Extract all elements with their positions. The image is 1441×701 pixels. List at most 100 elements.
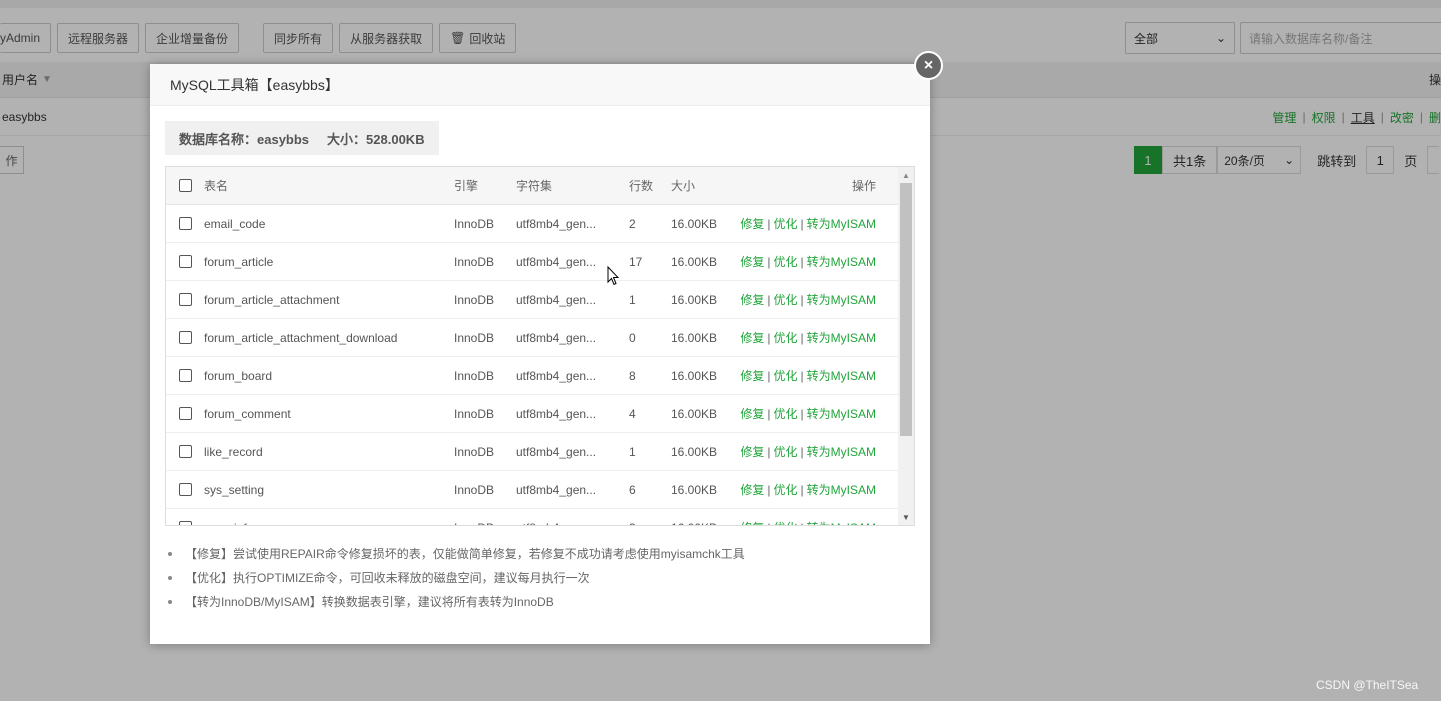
tables-header: 表名 引擎 字符集 行数 大小 操作 (166, 167, 914, 205)
table-row: forum_article_attachment_download InnoDB u… (166, 319, 914, 357)
scrollbar-thumb[interactable] (900, 183, 912, 436)
table-size: 16.00KB (671, 368, 718, 383)
convert-myisam-link[interactable]: 转为MyISAM (807, 483, 876, 497)
watermark: CSDN @TheITSea (1316, 678, 1419, 692)
table-name: forum_article (204, 254, 274, 269)
row-checkbox[interactable] (166, 445, 204, 458)
row-checkbox[interactable] (166, 255, 204, 268)
table-engine: InnoDB (454, 482, 495, 497)
table-name: email_code (204, 216, 266, 231)
table-engine: InnoDB (454, 292, 495, 307)
row-checkbox[interactable] (166, 217, 204, 230)
table-row-count: 6 (629, 482, 636, 497)
optimize-link[interactable]: 优化 (774, 369, 798, 383)
convert-myisam-link[interactable]: 转为MyISAM (807, 445, 876, 459)
row-checkbox[interactable] (166, 331, 204, 344)
table-engine: InnoDB (454, 330, 495, 345)
repair-link[interactable]: 修复 (740, 521, 764, 525)
tip-convert: 【转为InnoDB/MyISAM】转换数据表引擎，建议将所有表转为InnoDB (165, 592, 905, 616)
row-operations: 修复|优化|转为MyISAM (740, 255, 876, 269)
convert-myisam-link[interactable]: 转为MyISAM (807, 521, 876, 525)
table-name: forum_article_attachment_download (204, 330, 398, 345)
repair-link[interactable]: 修复 (740, 293, 764, 307)
table-row-count: 17 (629, 254, 643, 269)
row-checkbox[interactable] (166, 407, 204, 420)
convert-myisam-link[interactable]: 转为MyISAM (807, 217, 876, 231)
db-info-name: 数据库名称：easybbs (179, 131, 310, 147)
convert-myisam-link[interactable]: 转为MyISAM (807, 331, 876, 345)
table-charset: utf8mb4_gen... (516, 444, 597, 459)
convert-myisam-link[interactable]: 转为MyISAM (807, 255, 876, 269)
convert-myisam-link[interactable]: 转为MyISAM (807, 407, 876, 421)
repair-link[interactable]: 修复 (740, 445, 764, 459)
convert-myisam-link[interactable]: 转为MyISAM (807, 293, 876, 307)
mysql-toolbox-dialog: MySQL工具箱【easybbs】 数据库名称：easybbs 大小：528.0… (150, 64, 930, 644)
table-row-count: 1 (629, 444, 636, 459)
optimize-link[interactable]: 优化 (774, 293, 798, 307)
scroll-up-icon[interactable]: ▲ (898, 167, 914, 183)
tip-optimize: 【优化】执行OPTIMIZE命令，可回收未释放的磁盘空间，建议每月执行一次 (165, 568, 905, 592)
table-row-count: 8 (629, 368, 636, 383)
header-size: 大小 (671, 179, 696, 193)
table-row-count: 2 (629, 216, 636, 231)
table-row: forum_comment InnoDB utf8mb4_gen... 4 16.00K… (166, 395, 914, 433)
table-charset: utf8mb4_gen... (516, 521, 629, 526)
optimize-link[interactable]: 优化 (774, 483, 798, 497)
table-row-count: 0 (629, 330, 636, 345)
optimize-link[interactable]: 优化 (774, 407, 798, 421)
table-row-count: 4 (629, 406, 636, 421)
table-name: like_record (204, 444, 263, 459)
optimize-link[interactable]: 优化 (774, 445, 798, 459)
header-engine: 引擎 (454, 179, 479, 193)
scrollbar[interactable]: ▲ ▼ (898, 167, 914, 525)
tables-body: email_code InnoDB utf8mb4_gen... 2 16.00KB 修复… (166, 205, 914, 526)
table-name: user_info (204, 521, 454, 526)
table-charset: utf8mb4_gen... (516, 368, 597, 383)
row-checkbox[interactable] (166, 293, 204, 306)
header-operations: 操作 (851, 179, 876, 193)
table-size: 16.00KB (671, 292, 718, 307)
table-engine: InnoDB (454, 406, 495, 421)
mouse-cursor-icon (607, 266, 619, 286)
table-size: 16.00KB (671, 216, 718, 231)
dialog-title: MySQL工具箱【easybbs】 (150, 64, 930, 106)
table-engine: InnoDB (454, 444, 495, 459)
table-row: like_record InnoDB utf8mb4_gen... 1 16.00KB 修… (166, 433, 914, 471)
repair-link[interactable]: 修复 (740, 369, 764, 383)
row-operations: 修复|优化|转为MyISAM (740, 293, 876, 307)
repair-link[interactable]: 修复 (740, 483, 764, 497)
header-table-name: 表名 (204, 179, 229, 193)
tables-list: 表名 引擎 字符集 行数 大小 操作 email_code InnoDB utf8m… (165, 166, 915, 526)
repair-link[interactable]: 修复 (740, 331, 764, 345)
table-name: forum_board (204, 368, 273, 383)
tip-repair: 【修复】尝试使用REPAIR命令修复损坏的表，仅能做简单修复，若修复不成功请考虑… (165, 544, 905, 568)
select-all-checkbox[interactable] (166, 179, 204, 192)
table-engine: InnoDB (454, 216, 495, 231)
table-name: forum_article_attachment (204, 292, 340, 307)
table-charset: utf8mb4_gen... (516, 406, 597, 421)
table-charset: utf8mb4_gen... (516, 292, 597, 307)
db-info-size: 大小：528.00KB (327, 131, 425, 147)
row-checkbox[interactable] (166, 521, 204, 525)
table-name: sys_setting (204, 482, 265, 497)
optimize-link[interactable]: 优化 (774, 331, 798, 345)
table-size: 16.00KB (671, 482, 718, 497)
close-icon[interactable]: × (914, 51, 943, 80)
table-row-count: 1 (629, 292, 636, 307)
optimize-link[interactable]: 优化 (774, 217, 798, 231)
convert-myisam-link[interactable]: 转为MyISAM (807, 369, 876, 383)
header-rows: 行数 (629, 179, 654, 193)
row-checkbox[interactable] (166, 483, 204, 496)
table-size: 16.00KB (671, 406, 718, 421)
optimize-link[interactable]: 优化 (774, 521, 798, 525)
table-charset: utf8mb4_gen... (516, 482, 597, 497)
repair-link[interactable]: 修复 (740, 217, 764, 231)
optimize-link[interactable]: 优化 (774, 255, 798, 269)
repair-link[interactable]: 修复 (740, 255, 764, 269)
table-size: 16.00KB (671, 521, 733, 526)
row-checkbox[interactable] (166, 369, 204, 382)
table-size: 16.00KB (671, 254, 718, 269)
repair-link[interactable]: 修复 (740, 407, 764, 421)
table-engine: InnoDB (454, 521, 516, 526)
scroll-down-icon[interactable]: ▼ (898, 509, 914, 525)
